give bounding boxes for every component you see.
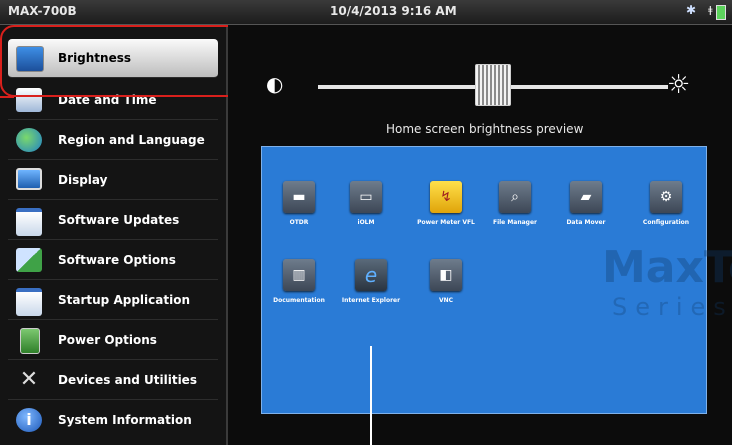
watermark-series: Series: [612, 293, 732, 321]
sidebar-item-label: Power Options: [58, 333, 157, 347]
otdr-icon: ▬: [283, 181, 315, 213]
brightness-slider-thumb[interactable]: [475, 64, 511, 106]
startup-icon: [16, 288, 42, 316]
half-sun-icon: ◐: [266, 72, 284, 96]
app-label: File Manager: [492, 219, 538, 226]
sidebar-item-software-updates[interactable]: Software Updates: [8, 201, 218, 240]
app-power-meter-vfl: ↯ Power Meter VFL: [406, 181, 486, 227]
clock: 10/4/2013 9:16 AM: [330, 4, 457, 18]
annotation-pointer-line: [370, 346, 372, 445]
app-file-manager: ⌕ File Manager: [475, 181, 555, 227]
app-internet-explorer: e Internet Explorer: [331, 259, 411, 305]
data-mover-icon: ▰: [570, 181, 602, 213]
app-label: Power Meter VFL: [417, 219, 475, 226]
globe-icon: [16, 128, 42, 152]
sidebar-item-power-options[interactable]: Power Options: [8, 321, 218, 360]
sidebar-item-system-information[interactable]: i System Information: [8, 401, 218, 439]
puzzle-icon: [16, 248, 42, 272]
internet-explorer-icon: e: [355, 259, 387, 291]
documentation-icon: ▥: [283, 259, 315, 291]
sidebar-item-label: Display: [58, 173, 108, 187]
sidebar-item-label: Devices and Utilities: [58, 373, 197, 387]
software-update-icon: [16, 208, 42, 236]
app-label: Internet Explorer: [341, 297, 401, 304]
highlight-callout: [0, 25, 248, 97]
iolm-icon: ▭: [350, 181, 382, 213]
info-icon: i: [16, 408, 42, 432]
device-model: MAX-700B: [8, 4, 77, 18]
sidebar-item-label: System Information: [58, 413, 192, 427]
app-label: Documentation: [273, 297, 325, 304]
app-data-mover: ▰ Data Mover: [546, 181, 626, 227]
preview-label: Home screen brightness preview: [386, 122, 584, 136]
app-label: iOLM: [357, 219, 375, 226]
app-vnc: ◧ VNC: [406, 259, 486, 305]
status-bar: MAX-700B 10/4/2013 9:16 AM ✱ ǂ: [0, 0, 732, 25]
sidebar-item-startup-application[interactable]: Startup Application: [8, 281, 218, 320]
sidebar-item-label: Startup Application: [58, 293, 190, 307]
sidebar-item-display[interactable]: Display: [8, 161, 218, 200]
power-meter-icon: ↯: [430, 181, 462, 213]
vnc-icon: ◧: [430, 259, 462, 291]
app-label: Configuration: [642, 219, 690, 226]
watermark-maxtester: MaxTester: [602, 242, 732, 293]
gear-icon: ⚙: [650, 181, 682, 213]
sidebar-item-label: Region and Language: [58, 133, 205, 147]
display-icon: [16, 168, 42, 190]
callout-leader-line: [0, 96, 14, 98]
sun-icon: ☼: [667, 70, 691, 100]
app-iolm: ▭ iOLM: [326, 181, 406, 227]
app-label: VNC: [438, 297, 454, 304]
bluetooth-icon: ✱: [686, 3, 697, 17]
tools-icon: ✕: [19, 367, 39, 392]
sidebar-item-devices-and-utilities[interactable]: ✕ Devices and Utilities: [8, 361, 218, 400]
sidebar-item-region-and-language[interactable]: Region and Language: [8, 121, 218, 160]
sidebar-item-label: Software Options: [58, 253, 176, 267]
battery-icon: [20, 328, 40, 354]
sidebar-item-label: Software Updates: [58, 213, 180, 227]
device-screen: MAX-700B 10/4/2013 9:16 AM ✱ ǂ Brightnes…: [0, 0, 732, 445]
sidebar-item-software-options[interactable]: Software Options: [8, 241, 218, 280]
app-configuration: ⚙ Configuration: [626, 181, 706, 227]
home-screen-preview: MaxTester Series ▬ OTDR ▭ iOLM ↯ Power M…: [259, 146, 732, 414]
app-label: Data Mover: [566, 219, 606, 226]
app-documentation: ▥ Documentation: [259, 259, 339, 305]
file-manager-icon: ⌕: [499, 181, 531, 213]
battery-charging-icon: ǂ: [708, 5, 726, 20]
